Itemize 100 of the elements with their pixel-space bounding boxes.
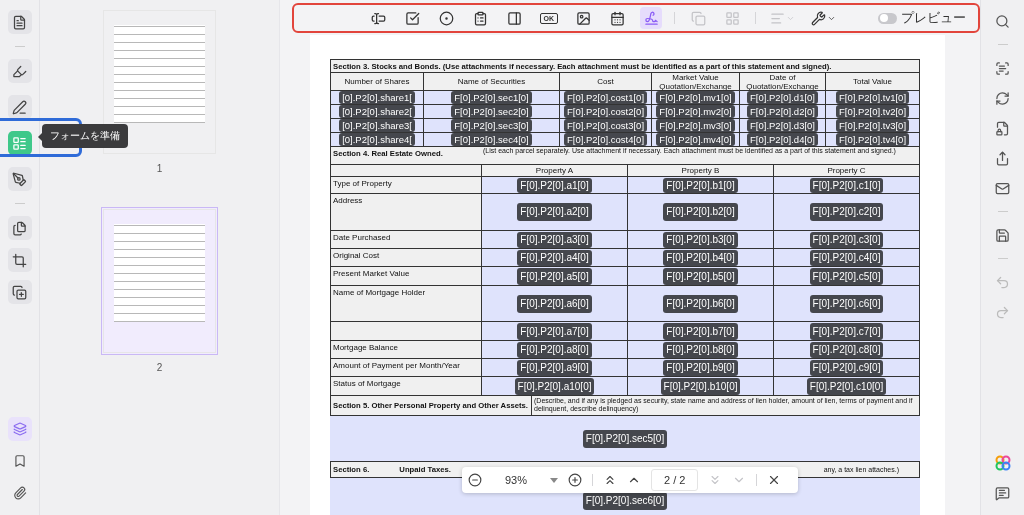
- zoom-out-button[interactable]: [468, 473, 482, 487]
- form-field[interactable]: F[0].P2[0].sec4[0]: [451, 133, 532, 146]
- form-field[interactable]: F[0].P2[0].c2[0]: [809, 203, 884, 221]
- column-header: Property B: [681, 166, 720, 175]
- form-field[interactable]: F[0].P2[0].tv4[0]: [835, 133, 910, 146]
- form-field[interactable]: F[0].P2[0].sec2[0]: [451, 105, 532, 118]
- form-field[interactable]: [0].P2[0].share1[: [339, 91, 415, 104]
- form-field[interactable]: F[0].P2[0].a1[0]: [517, 177, 592, 193]
- sidebar-tool[interactable]: [7, 95, 32, 119]
- redo-icon: [995, 304, 1010, 320]
- calendar-icon: [609, 10, 625, 26]
- form-icon: [12, 135, 27, 151]
- ocr-icon: [995, 60, 1010, 76]
- form-field[interactable]: F[0].P2[0].cost2[0]: [563, 105, 648, 118]
- first-page-button[interactable]: [603, 473, 617, 487]
- form-field[interactable]: F[0].P2[0].tv2[0]: [835, 105, 910, 118]
- form-field[interactable]: F[0].P2[0].b5[0]: [663, 267, 738, 285]
- form-field[interactable]: F[0].P2[0].mv2[0]: [656, 105, 735, 118]
- form-field[interactable]: F[0].P2[0].d1[0]: [747, 91, 818, 104]
- form-field[interactable]: F[0].P2[0].b6[0]: [663, 294, 738, 313]
- row-label: Status of Mortgage: [333, 379, 401, 388]
- page-thumbnail[interactable]: [101, 207, 218, 355]
- save-icon: [995, 227, 1010, 243]
- form-field[interactable]: F[0].P2[0].b10[0]: [660, 377, 741, 395]
- sidebar-tool[interactable]: [7, 59, 32, 83]
- panel-icon: [507, 10, 522, 26]
- form-field[interactable]: F[0].P2[0].a2[0]: [517, 203, 592, 221]
- form-field[interactable]: F[0].P2[0].a3[0]: [517, 231, 592, 248]
- zoom-in-button[interactable]: [568, 473, 582, 487]
- form-field[interactable]: F[0].P2[0].a8[0]: [517, 341, 592, 358]
- form-field[interactable]: [0].P2[0].share4[: [339, 133, 415, 146]
- minus-icon: [468, 473, 482, 487]
- form-field[interactable]: F[0].P2[0].b3[0]: [663, 231, 738, 248]
- zoom-level[interactable]: 93%: [492, 474, 540, 486]
- sidebar-tool[interactable]: [7, 248, 32, 272]
- form-field[interactable]: F[0].P2[0].d3[0]: [747, 119, 818, 132]
- zoom-dropdown[interactable]: [550, 477, 558, 483]
- copy-icon: [690, 10, 706, 26]
- form-field[interactable]: F[0].P2[0].b8[0]: [663, 341, 738, 358]
- text-field-icon: [371, 10, 386, 26]
- form-field[interactable]: F[0].P2[0].d4[0]: [747, 133, 818, 146]
- form-field[interactable]: F[0].P2[0].d2[0]: [747, 105, 818, 118]
- form-field[interactable]: F[0].P2[0].a10[0]: [514, 377, 595, 395]
- sidebar-tool[interactable]: [7, 280, 32, 304]
- crop-icon: [12, 252, 27, 268]
- plus-icon: [568, 473, 582, 487]
- page-number-field[interactable]: 2 / 2: [651, 469, 699, 491]
- form-field[interactable]: F[0].P2[0].mv3[0]: [656, 119, 735, 132]
- form-field[interactable]: F[0].P2[0].b1[0]: [663, 177, 738, 193]
- form-field[interactable]: [0].P2[0].share2[: [339, 105, 415, 118]
- sidebar-tool[interactable]: [7, 131, 32, 155]
- column-header: Property A: [535, 166, 574, 175]
- form-field[interactable]: F[0].P2[0].c8[0]: [809, 341, 884, 358]
- sidebar-tool[interactable]: [7, 10, 32, 34]
- form-field[interactable]: F[0].P2[0].a9[0]: [517, 359, 592, 376]
- form-field[interactable]: F[0].P2[0].cost3[0]: [563, 119, 648, 132]
- form-field[interactable]: F[0].P2[0].cost1[0]: [563, 91, 648, 104]
- form-field[interactable]: F[0].P2[0].a4[0]: [517, 249, 592, 266]
- form-field[interactable]: F[0].P2[0].c10[0]: [806, 377, 887, 395]
- row-label: Type of Property: [333, 179, 392, 188]
- form-field[interactable]: F[0].P2[0].c3[0]: [809, 231, 884, 248]
- radio-button-icon: [439, 10, 454, 26]
- preview-toggle[interactable]: プレビュー: [878, 10, 966, 26]
- column-header: Cost: [597, 77, 614, 86]
- form-field[interactable]: F[0].P2[0].c9[0]: [809, 359, 884, 376]
- form-field[interactable]: F[0].P2[0].mv4[0]: [656, 133, 735, 146]
- form-field[interactable]: F[0].P2[0].c5[0]: [809, 267, 884, 285]
- form-field[interactable]: F[0].P2[0].a7[0]: [517, 322, 592, 340]
- row-label: Address: [333, 196, 363, 205]
- page-thumbnail[interactable]: [101, 8, 218, 156]
- form-field[interactable]: F[0].P2[0].b4[0]: [663, 249, 738, 266]
- form-field[interactable]: F[0].P2[0].sec5[0]: [582, 429, 668, 448]
- form-field[interactable]: F[0].P2[0].cost4[0]: [563, 133, 648, 146]
- form-field[interactable]: F[0].P2[0].a6[0]: [517, 294, 592, 313]
- sidebar-tool[interactable]: [7, 216, 32, 240]
- form-field[interactable]: F[0].P2[0].c4[0]: [809, 249, 884, 266]
- bookmark-icon: [12, 454, 27, 468]
- convert-icon: [995, 90, 1010, 106]
- file-lock-icon: [995, 120, 1010, 136]
- form-field[interactable]: F[0].P2[0].tv3[0]: [835, 119, 910, 132]
- form-field[interactable]: F[0].P2[0].b7[0]: [663, 322, 738, 340]
- column-header: Property C: [827, 166, 866, 175]
- sidebar-tool[interactable]: [7, 167, 32, 191]
- row-label: Original Cost: [333, 251, 380, 260]
- form-field[interactable]: F[0].P2[0].sec3[0]: [451, 119, 532, 132]
- form-field[interactable]: F[0].P2[0].mv1[0]: [656, 91, 735, 104]
- form-field[interactable]: F[0].P2[0].b9[0]: [663, 359, 738, 376]
- form-field[interactable]: F[0].P2[0].tv1[0]: [835, 91, 910, 104]
- app-logo-icon[interactable]: [994, 455, 1011, 471]
- form-field[interactable]: F[0].P2[0].a5[0]: [517, 267, 592, 285]
- form-field[interactable]: F[0].P2[0].sec1[0]: [451, 91, 532, 104]
- form-field[interactable]: F[0].P2[0].c6[0]: [809, 294, 884, 313]
- form-field[interactable]: F[0].P2[0].b2[0]: [663, 203, 738, 221]
- highlighter-icon: [12, 63, 27, 79]
- copy-plus-icon: [12, 284, 27, 300]
- pages-icon: [12, 220, 27, 236]
- form-field[interactable]: F[0].P2[0].c1[0]: [809, 177, 884, 193]
- form-field[interactable]: F[0].P2[0].c7[0]: [809, 322, 884, 340]
- form-field[interactable]: [0].P2[0].share3[: [339, 119, 415, 132]
- paperclip-icon: [12, 486, 27, 500]
